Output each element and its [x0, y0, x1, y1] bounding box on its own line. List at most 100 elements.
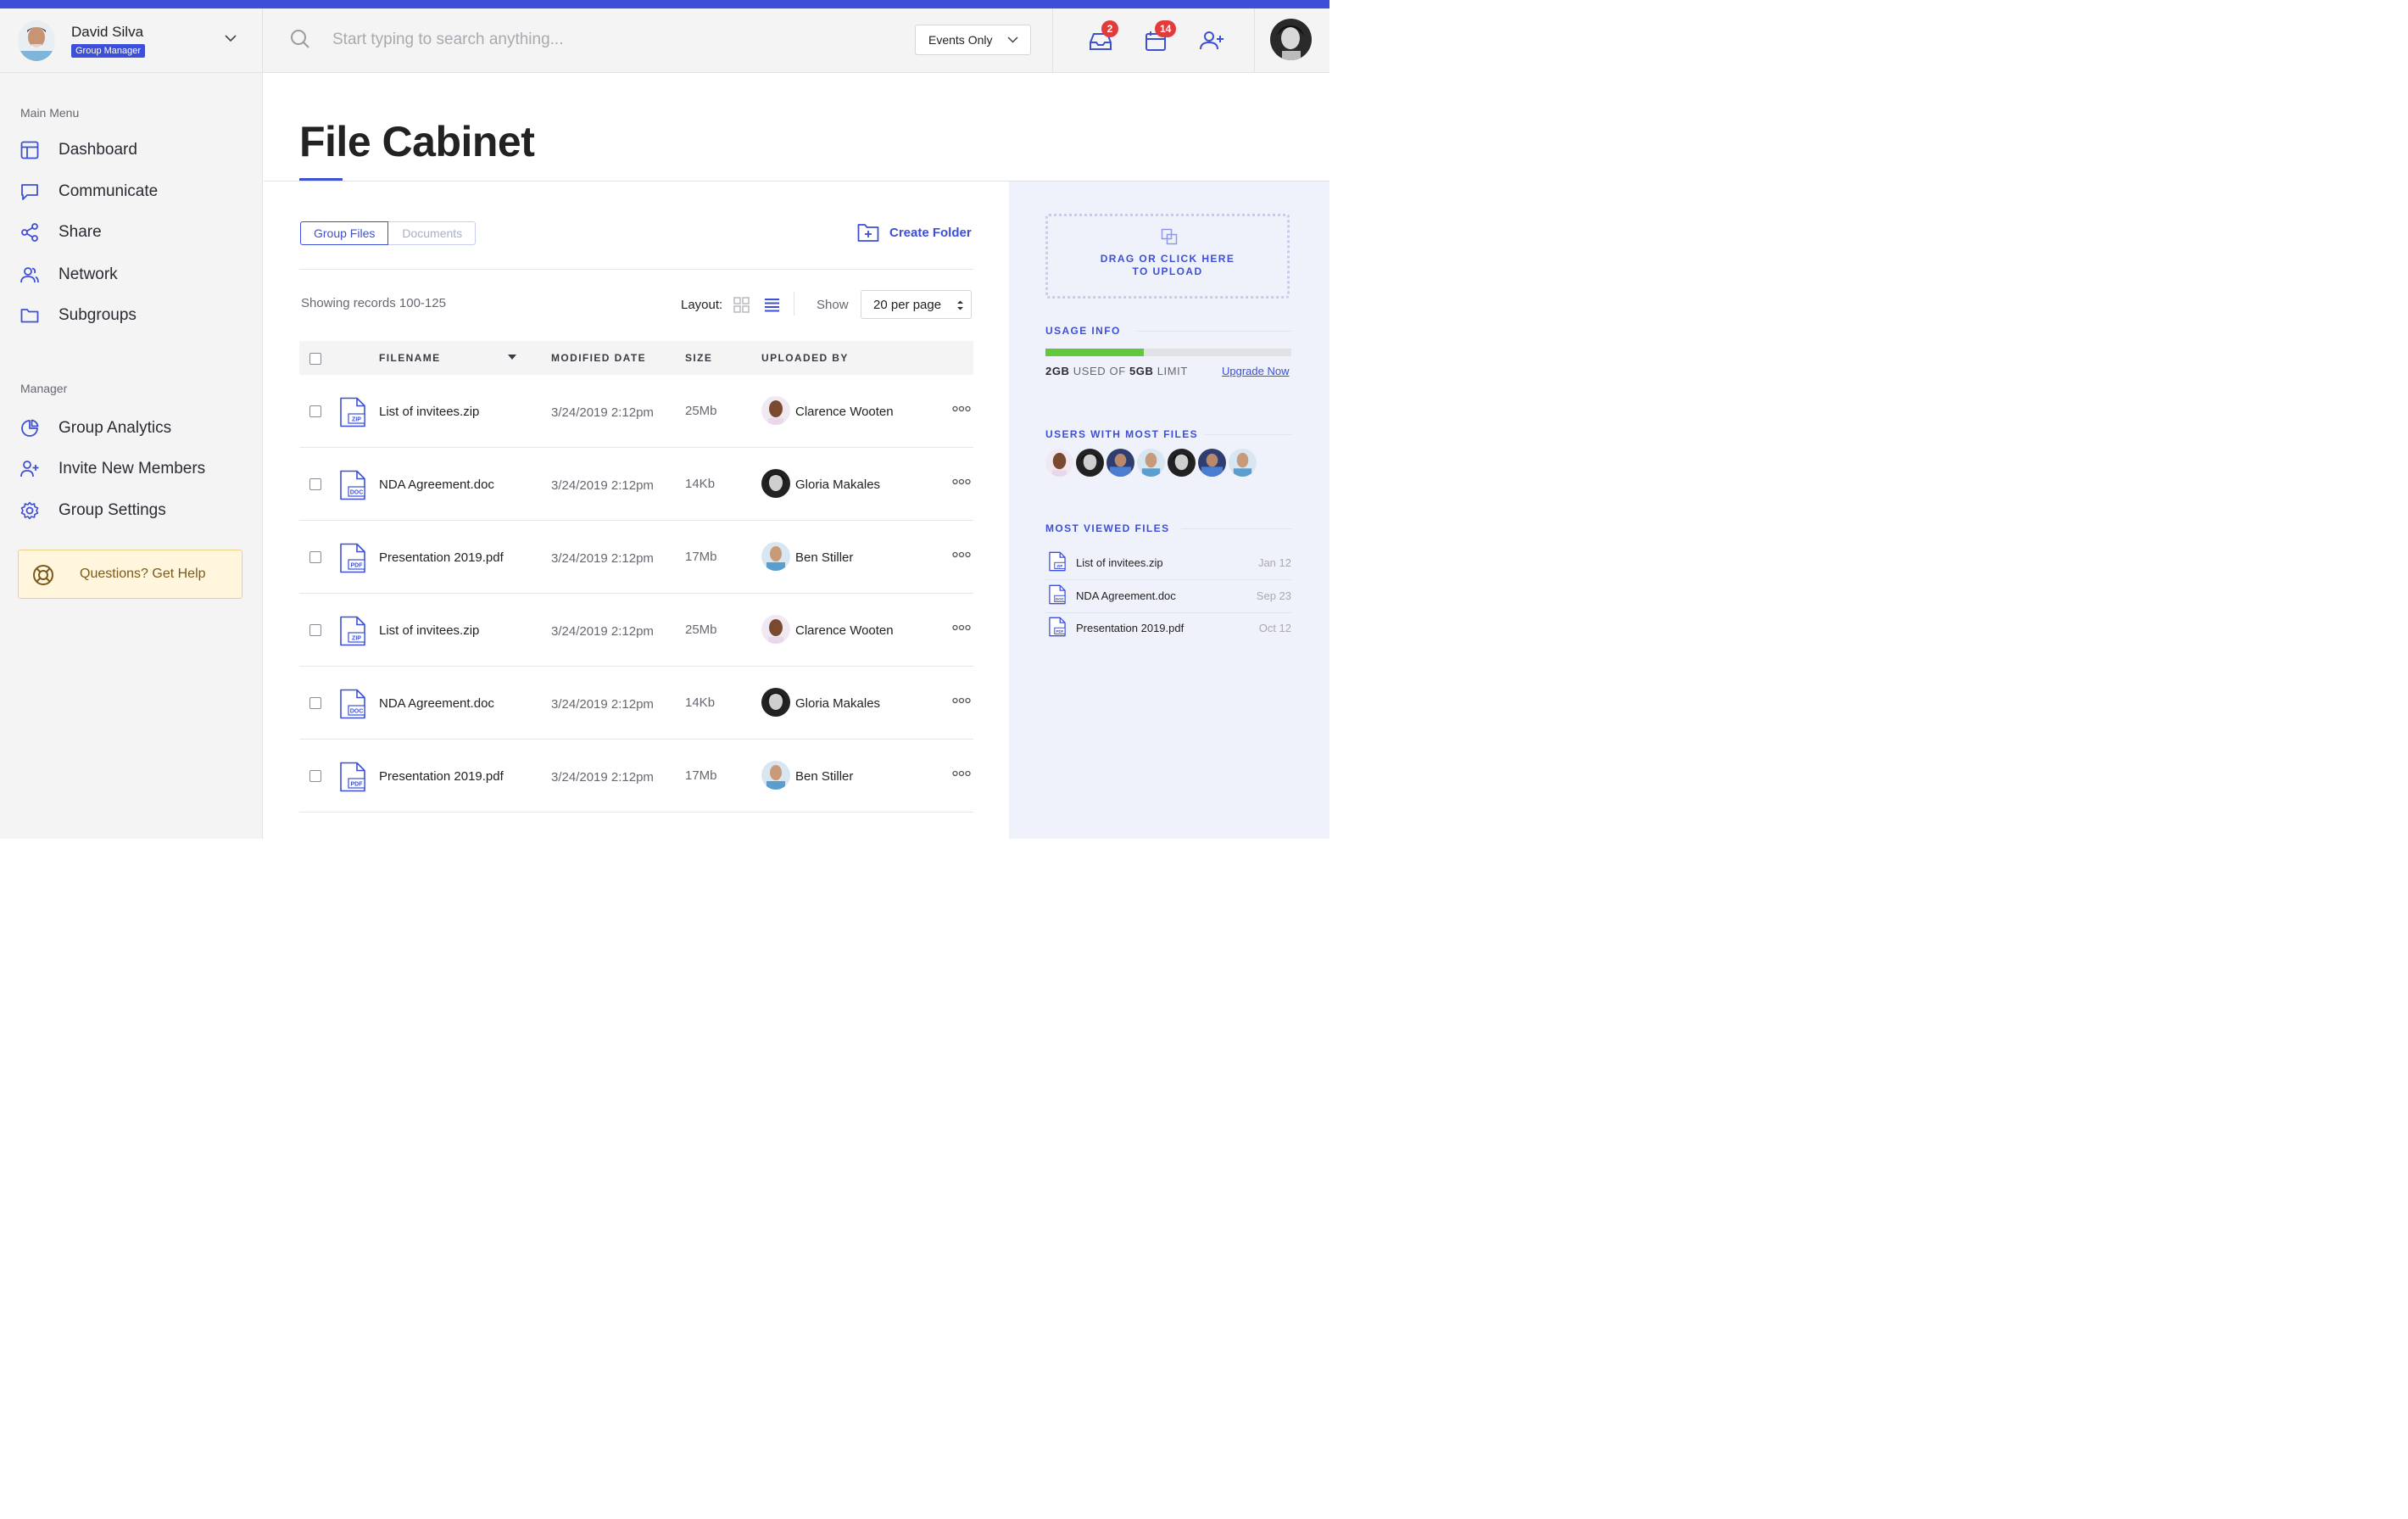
more-options-icon[interactable]	[952, 478, 971, 485]
table-row[interactable]: ZIP List of invitees.zip 3/24/2019 2:12p…	[299, 375, 973, 448]
tab-documents[interactable]: Documents	[387, 221, 477, 245]
profile-avatar[interactable]	[1270, 19, 1312, 60]
row-checkbox[interactable]	[309, 551, 321, 563]
table-row[interactable]: ZIP List of invitees.zip 3/24/2019 2:12p…	[299, 594, 973, 667]
column-header-uploaded-by[interactable]: UPLOADED BY	[761, 352, 849, 364]
search-input[interactable]	[322, 24, 882, 56]
row-uploader[interactable]: Gloria Makales	[795, 696, 880, 711]
more-options-icon[interactable]	[952, 551, 971, 558]
tab-bar: Group Files Documents	[300, 221, 477, 245]
svg-text:PDF: PDF	[351, 563, 364, 569]
manager-heading: Manager	[20, 382, 68, 395]
column-header-modified[interactable]: MODIFIED DATE	[551, 352, 646, 364]
list-item[interactable]: DOC NDA Agreement.doc Sep 23	[1045, 580, 1291, 613]
table-row[interactable]: PDF Presentation 2019.pdf 3/24/2019 2:12…	[299, 740, 973, 813]
lifebuoy-icon	[33, 565, 53, 585]
chevron-down-icon[interactable]	[224, 34, 237, 42]
top-users-heading: USERS WITH MOST FILES	[1045, 428, 1199, 440]
avatar[interactable]	[1045, 449, 1073, 477]
sidebar-item-dashboard[interactable]: Dashboard	[20, 136, 249, 165]
row-filename[interactable]: NDA Agreement.doc	[379, 696, 494, 711]
per-page-select[interactable]: 20 per page	[861, 290, 972, 319]
row-filename[interactable]: Presentation 2019.pdf	[379, 769, 504, 784]
pdf-file-icon: PDF	[1049, 617, 1066, 637]
row-size: 17Mb	[685, 768, 717, 783]
inbox-button[interactable]: 2	[1085, 20, 1118, 56]
row-uploader[interactable]: Ben Stiller	[795, 769, 853, 784]
row-checkbox[interactable]	[309, 770, 321, 782]
more-options-icon[interactable]	[952, 405, 971, 412]
sidebar-item-label: Network	[59, 265, 118, 283]
row-uploader[interactable]: Ben Stiller	[795, 550, 853, 565]
select-all-checkbox[interactable]	[309, 353, 321, 365]
help-label: Questions? Get Help	[80, 567, 206, 581]
updown-chevron-icon	[957, 300, 963, 310]
upgrade-link[interactable]: Upgrade Now	[1222, 365, 1290, 377]
sidebar-item-subgroups[interactable]: Subgroups	[20, 301, 249, 330]
avatar[interactable]	[1198, 449, 1226, 477]
upload-dropzone[interactable]: DRAG OR CLICK HERE TO UPLOAD	[1045, 214, 1290, 299]
row-checkbox[interactable]	[309, 624, 321, 636]
row-modified-date: 3/24/2019 2:12pm	[551, 770, 654, 785]
row-filename[interactable]: Presentation 2019.pdf	[379, 550, 504, 565]
usage-rule	[1137, 331, 1291, 332]
row-checkbox[interactable]	[309, 697, 321, 709]
add-user-button[interactable]	[1196, 25, 1227, 56]
table-row[interactable]: DOC NDA Agreement.doc 3/24/2019 2:12pm 1…	[299, 448, 973, 521]
row-checkbox[interactable]	[309, 405, 321, 417]
sort-desc-icon[interactable]	[508, 355, 516, 360]
row-filename[interactable]: NDA Agreement.doc	[379, 477, 494, 492]
list-view-icon[interactable]	[764, 297, 780, 313]
app-header: David Silva Group Manager Events Only 2 …	[0, 8, 1329, 73]
more-options-icon[interactable]	[952, 697, 971, 704]
layout-icon	[20, 141, 39, 159]
row-filename[interactable]: List of invitees.zip	[379, 623, 479, 638]
sidebar-item-label: Communicate	[59, 182, 159, 200]
top-accent-bar	[0, 0, 1329, 8]
most-viewed-date: Jan 12	[1257, 556, 1291, 569]
sidebar-item-label: Group Analytics	[59, 419, 172, 437]
sidebar-item-share[interactable]: Share	[20, 218, 249, 247]
row-checkbox[interactable]	[309, 478, 321, 490]
list-item[interactable]: ZIP List of invitees.zip Jan 12	[1045, 547, 1291, 580]
chevron-down-icon	[1007, 36, 1018, 43]
more-options-icon[interactable]	[952, 770, 971, 777]
avatar[interactable]	[1106, 449, 1134, 477]
zip-file-icon: ZIP	[340, 397, 365, 427]
most-viewed-heading: MOST VIEWED FILES	[1045, 522, 1170, 534]
sidebar-item-group-analytics[interactable]: Group Analytics	[20, 414, 249, 443]
sidebar-item-group-settings[interactable]: Group Settings	[20, 496, 249, 525]
row-filename[interactable]: List of invitees.zip	[379, 405, 479, 419]
avatar[interactable]	[1229, 449, 1257, 477]
column-header-size[interactable]: SIZE	[685, 352, 712, 364]
avatar[interactable]	[1168, 449, 1196, 477]
more-options-icon[interactable]	[952, 624, 971, 631]
tab-group-files[interactable]: Group Files	[300, 221, 389, 245]
grid-view-icon[interactable]	[733, 297, 750, 313]
table-row[interactable]: PDF Presentation 2019.pdf 3/24/2019 2:12…	[299, 521, 973, 594]
toolbar-divider	[299, 269, 973, 270]
row-uploader[interactable]: Gloria Makales	[795, 477, 880, 492]
list-item[interactable]: PDF Presentation 2019.pdf Oct 12	[1045, 612, 1291, 645]
column-header-filename[interactable]: FILENAME	[379, 352, 441, 364]
avatar	[761, 542, 790, 571]
avatar[interactable]	[1076, 449, 1104, 477]
help-button[interactable]: Questions? Get Help	[18, 550, 242, 599]
avatar	[761, 761, 790, 790]
row-uploader[interactable]: Clarence Wooten	[795, 405, 894, 419]
pie-chart-icon	[21, 419, 39, 437]
row-uploader[interactable]: Clarence Wooten	[795, 623, 894, 638]
events-filter-select[interactable]: Events Only	[915, 25, 1031, 55]
sidebar-item-communicate[interactable]: Communicate	[20, 177, 249, 206]
avatar[interactable]	[1137, 449, 1165, 477]
header-divider	[1254, 8, 1255, 73]
main-content: File Cabinet Group Files Documents Creat…	[264, 73, 1329, 839]
table-row[interactable]: DOC NDA Agreement.doc 3/24/2019 2:12pm 1…	[299, 667, 973, 740]
user-menu[interactable]: David Silva Group Manager	[0, 8, 263, 73]
sidebar-item-label: Group Settings	[59, 501, 166, 519]
create-folder-button[interactable]: Create Folder	[857, 222, 972, 243]
sidebar-item-invite-new-members[interactable]: Invite New Members	[20, 455, 249, 483]
svg-text:PDF: PDF	[351, 782, 364, 788]
sidebar-item-network[interactable]: Network	[20, 260, 249, 289]
calendar-button[interactable]: 14	[1140, 20, 1177, 56]
